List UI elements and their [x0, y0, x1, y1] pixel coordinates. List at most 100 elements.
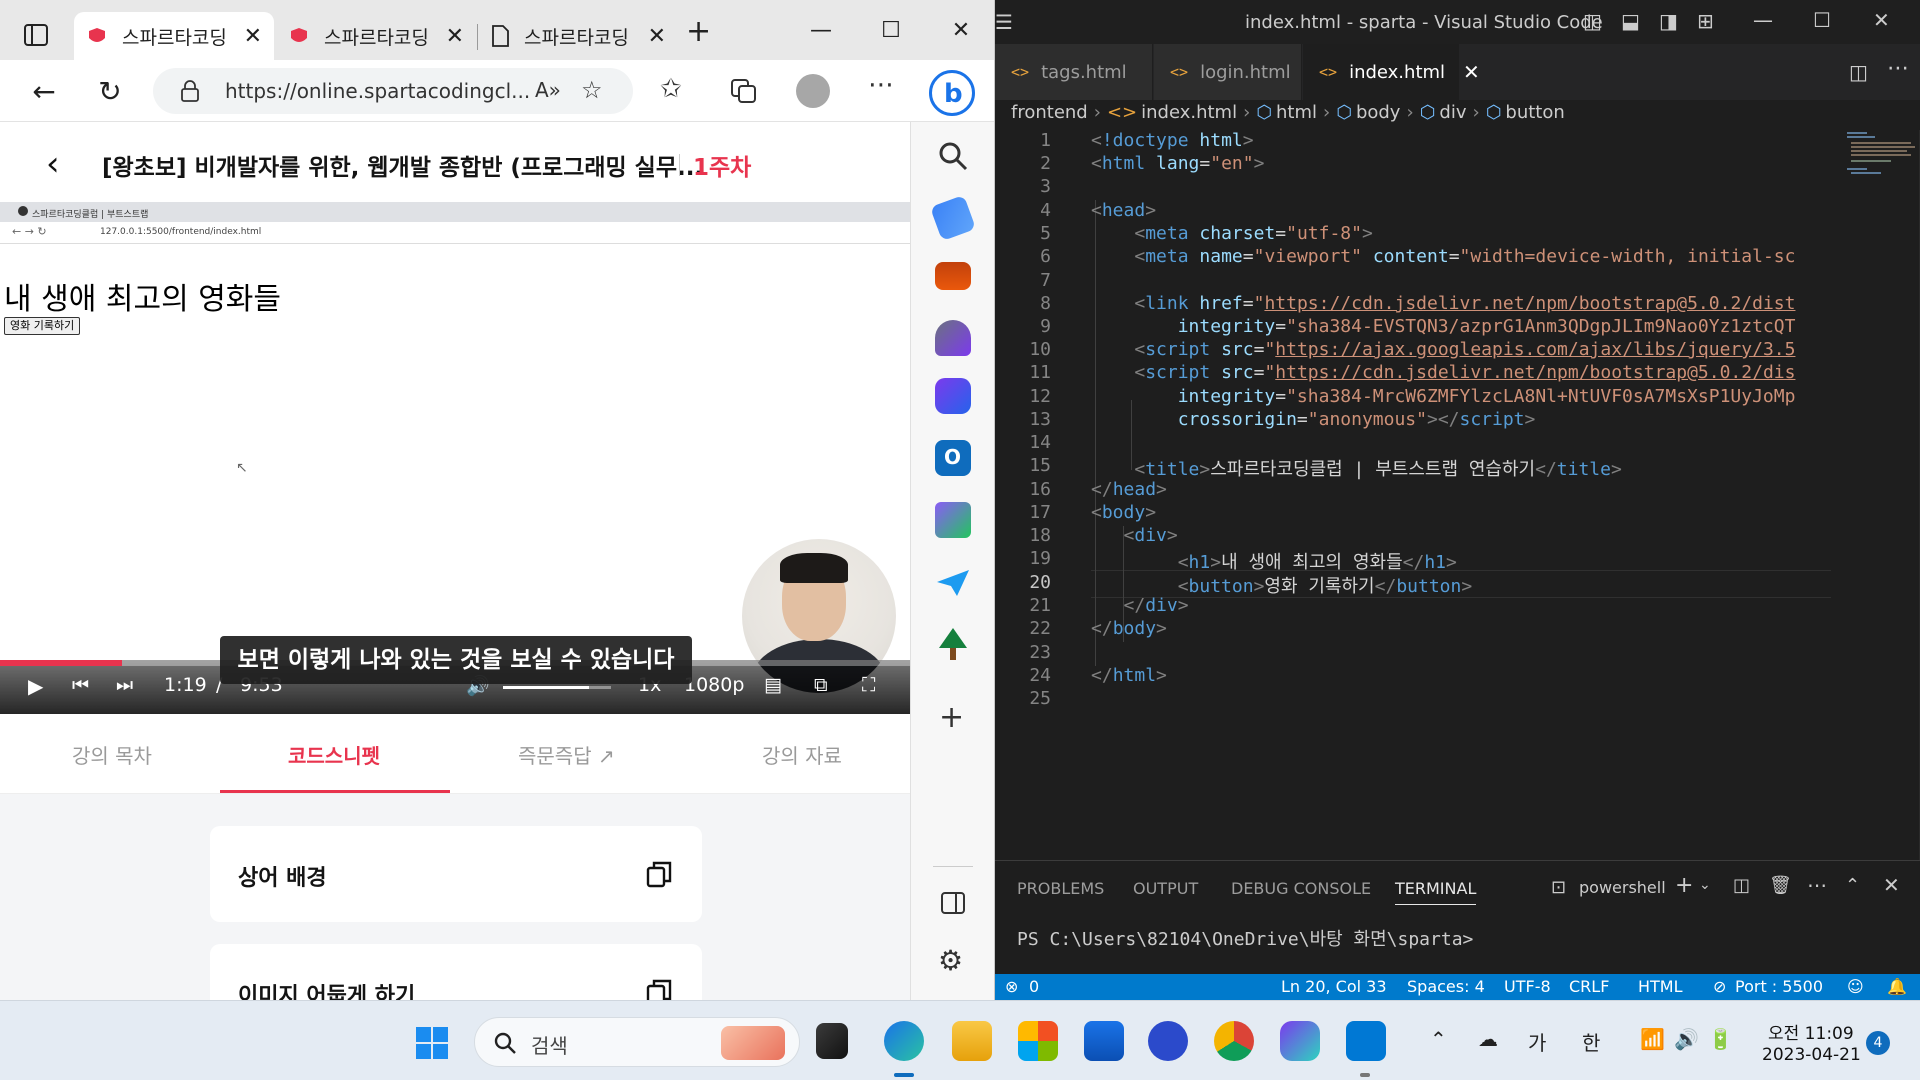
status-errors-icon[interactable]: ⊗ — [1005, 977, 1018, 996]
editor-tab-login[interactable]: <> login.html — [1154, 44, 1302, 100]
tab-close-icon[interactable]: ✕ — [446, 24, 464, 49]
video-player[interactable]: 스파르타코딩클럽 | 부트스트랩 ← → ↻ 127.0.0.1:5500/fr… — [0, 202, 910, 714]
browser-tab-1[interactable]: 스파르타코딩 ✕ — [74, 12, 274, 60]
terminal-dropdown-icon[interactable]: ⌄ — [1699, 877, 1711, 893]
status-errors[interactable]: 0 — [1029, 977, 1039, 996]
course-back-icon[interactable]: ‹ — [46, 144, 60, 184]
previous-icon[interactable]: ⏮ — [72, 674, 89, 696]
sidebar-toggle-icon[interactable] — [941, 892, 965, 914]
notifications-bell-icon[interactable]: 🔔 — [1887, 977, 1907, 996]
bing-chat-icon[interactable]: b — [929, 70, 975, 116]
url-text[interactable]: https://online.spartacodingcl... — [225, 79, 530, 103]
send-icon[interactable] — [935, 568, 971, 598]
tab-actions-icon[interactable] — [24, 24, 48, 46]
tab-close-icon[interactable]: ✕ — [244, 24, 262, 49]
mail-icon[interactable] — [1084, 1021, 1124, 1061]
tab-code-snippets[interactable]: 코드스니펫 — [288, 740, 380, 769]
vscode-maximize-button[interactable]: ☐ — [1813, 8, 1831, 32]
breadcrumb-div[interactable]: div — [1439, 102, 1466, 123]
new-terminal-icon[interactable]: + — [1675, 873, 1693, 898]
editor-tab-tags[interactable]: <> tags.html — [995, 44, 1153, 100]
toggle-secondary-sidebar-icon[interactable]: ◨ — [1659, 9, 1678, 33]
status-indentation[interactable]: Spaces: 4 — [1407, 977, 1485, 996]
close-button[interactable]: ✕ — [936, 14, 986, 48]
toggle-sidebar-icon[interactable]: ◫ — [1583, 9, 1602, 33]
snippet-card[interactable]: 이미지 어둡게 하기 — [210, 944, 702, 1000]
close-panel-icon[interactable]: ✕ — [1883, 873, 1900, 897]
split-editor-icon[interactable]: ◫ — [1849, 60, 1868, 84]
toggle-panel-icon[interactable]: ⬓ — [1621, 9, 1640, 33]
vscode-close-button[interactable]: ✕ — [1873, 8, 1890, 32]
notification-badge[interactable]: 4 — [1866, 1031, 1890, 1055]
breadcrumb-folder[interactable]: frontend — [1011, 102, 1088, 123]
tab-qna[interactable]: 즉문즉답 ↗ — [518, 740, 615, 769]
address-bar[interactable]: https://online.spartacodingcl... A» ☆ — [153, 68, 633, 114]
snippet-card[interactable]: 상어 배경 — [210, 826, 702, 922]
status-cursor-position[interactable]: Ln 20, Col 33 — [1281, 977, 1387, 996]
add-sidebar-app-icon[interactable]: + — [939, 700, 964, 735]
browser-tab-2[interactable]: 스파르타코딩 ✕ — [276, 12, 476, 60]
ime-korean[interactable]: 한 — [1582, 1027, 1600, 1056]
outlook-icon[interactable]: O — [935, 440, 971, 476]
taskbar-date[interactable]: 2023-04-21 — [1762, 1045, 1861, 1065]
quality-button[interactable]: 1080p — [684, 674, 744, 696]
profile-avatar[interactable] — [796, 74, 830, 108]
more-options-icon[interactable]: ⋯ — [868, 70, 894, 100]
panel-more-icon[interactable]: ⋯ — [1807, 873, 1827, 897]
vscode-app-icon[interactable] — [1346, 1021, 1386, 1061]
panel-tab-terminal[interactable]: TERMINAL — [1395, 879, 1477, 905]
fullscreen-icon[interactable]: ⛶ — [862, 674, 875, 696]
taskbar-time[interactable]: 오전 11:09 — [1768, 1019, 1854, 1044]
copilot-icon[interactable] — [1280, 1021, 1320, 1061]
breadcrumb-file[interactable]: index.html — [1141, 102, 1237, 123]
status-live-server-port[interactable]: Port : 5500 — [1735, 977, 1823, 996]
favorites-icon[interactable]: ✩ — [660, 74, 682, 104]
app-icon[interactable] — [1148, 1021, 1188, 1061]
play-icon[interactable]: ▶ — [28, 674, 43, 698]
windows-start-icon[interactable] — [416, 1027, 448, 1059]
task-view-icon[interactable] — [816, 1023, 848, 1059]
breadcrumb-button[interactable]: button — [1505, 102, 1564, 123]
panel-tab-output[interactable]: OUTPUT — [1133, 879, 1198, 898]
new-tab-button[interactable]: + — [686, 14, 711, 49]
tools-icon[interactable] — [935, 262, 971, 290]
add-favorite-icon[interactable]: ☆ — [581, 76, 603, 104]
chrome-icon[interactable] — [1214, 1021, 1254, 1061]
terminal-name[interactable]: powershell — [1579, 878, 1666, 897]
copy-icon[interactable] — [646, 978, 672, 1000]
maximize-button[interactable]: ☐ — [866, 14, 916, 48]
customize-layout-icon[interactable]: ⊞ — [1697, 9, 1714, 33]
read-aloud-icon[interactable]: A» — [535, 78, 561, 102]
games-icon[interactable] — [935, 320, 971, 356]
breadcrumb-html[interactable]: html — [1276, 102, 1317, 123]
kill-terminal-icon[interactable]: 🗑 — [1769, 875, 1792, 896]
taskbar-search[interactable]: 검색 — [474, 1017, 800, 1067]
lock-icon[interactable] — [181, 80, 199, 102]
pip-icon[interactable]: ⧉ — [814, 674, 828, 696]
browser-tab-3[interactable]: 스파르타코딩 ✕ — [478, 12, 678, 60]
volume-slider[interactable] — [503, 686, 611, 689]
panel-tab-debug-console[interactable]: DEBUG CONSOLE — [1231, 879, 1371, 898]
microsoft365-icon[interactable] — [935, 378, 971, 414]
copy-icon[interactable] — [646, 860, 672, 888]
code-editor[interactable]: 1 2 3 4 5 6 7 8 9 10 11 12 13 14 15 16 17 18 19 20 21 22 23 24 2… — [995, 130, 1920, 860]
tree-icon[interactable] — [937, 626, 969, 662]
microsoft-store-icon[interactable] — [1018, 1021, 1058, 1061]
maximize-panel-icon[interactable]: ⌃ — [1845, 875, 1860, 896]
ime-hangul[interactable]: 가 — [1528, 1027, 1546, 1056]
battery-icon[interactable]: 🔋 — [1708, 1027, 1733, 1051]
collections-icon[interactable] — [730, 78, 758, 104]
status-encoding[interactable]: UTF-8 — [1504, 977, 1551, 996]
minimize-button[interactable]: — — [796, 14, 846, 48]
refresh-icon[interactable]: ↻ — [92, 74, 128, 110]
split-terminal-icon[interactable]: ◫ — [1733, 875, 1750, 896]
search-icon[interactable] — [937, 140, 969, 172]
breadcrumb-body[interactable]: body — [1356, 102, 1401, 123]
onedrive-icon[interactable]: ☁ — [1478, 1027, 1498, 1051]
status-eol[interactable]: CRLF — [1569, 977, 1609, 996]
designer-icon[interactable] — [935, 502, 971, 538]
feedback-icon[interactable]: ☺ — [1847, 977, 1864, 996]
vscode-minimize-button[interactable]: — — [1753, 8, 1773, 32]
shopping-tag-icon[interactable] — [929, 194, 977, 242]
editor-more-icon[interactable]: ⋯ — [1887, 56, 1909, 81]
